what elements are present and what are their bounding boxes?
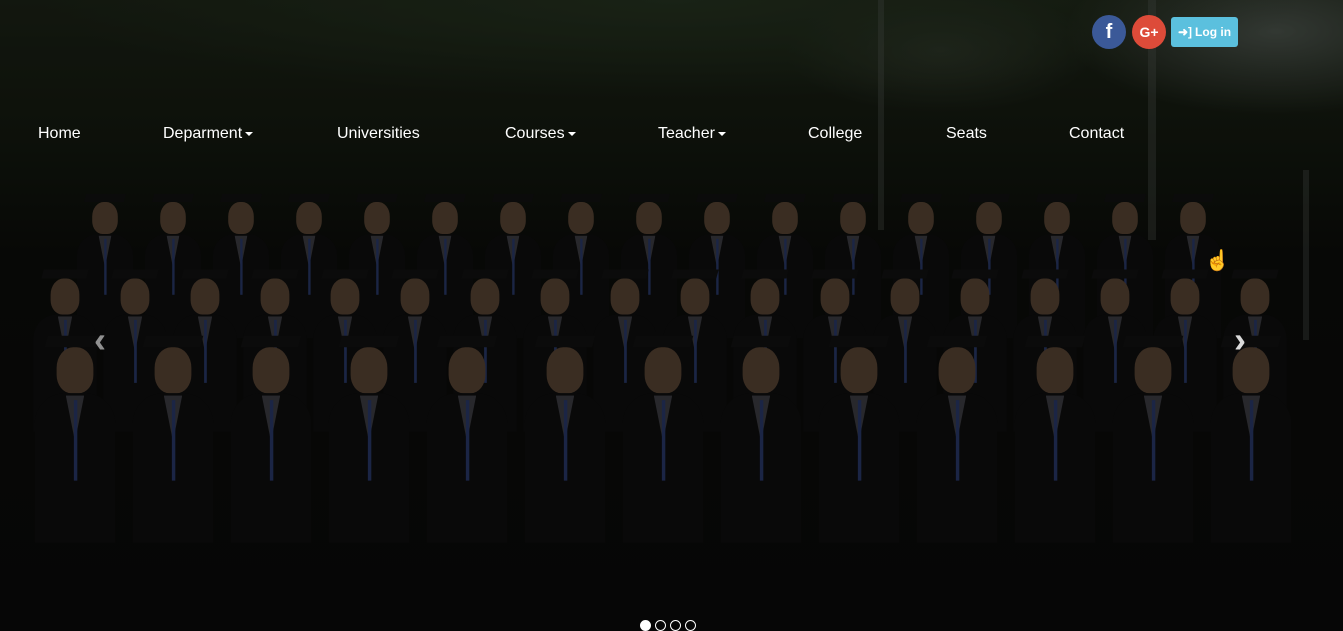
carousel-indicator-dot[interactable]	[685, 620, 696, 631]
nav-item-department[interactable]: Deparment	[163, 125, 254, 143]
hero-slide-image	[0, 0, 1343, 631]
nav-item-label: Universities	[337, 125, 420, 142]
nav-item-label: Teacher	[658, 125, 715, 142]
caret-down-icon	[245, 131, 254, 136]
google-plus-button[interactable]: G+	[1132, 15, 1166, 49]
nav-item-teacher[interactable]: Teacher	[658, 125, 726, 143]
hero-overlay	[0, 0, 1343, 631]
sign-in-icon: ➜]	[1177, 25, 1193, 39]
nav-item-courses[interactable]: Courses	[505, 125, 576, 143]
chevron-right-icon: ›	[1234, 319, 1246, 360]
facebook-button[interactable]: f	[1092, 15, 1126, 49]
nav-item-universities[interactable]: Universities	[337, 125, 420, 143]
login-button[interactable]: ➜] Log in	[1171, 17, 1238, 47]
carousel-next-button[interactable]: ›	[1225, 320, 1255, 360]
nav-item-home[interactable]: Home	[38, 125, 81, 143]
carousel-indicator-dot[interactable]	[670, 620, 681, 631]
nav-item-label: Deparment	[163, 125, 243, 142]
nav-item-contact[interactable]: Contact	[1069, 125, 1124, 143]
caret-down-icon	[567, 131, 576, 136]
main-navigation: Home Deparment Universities Courses Teac…	[0, 125, 1343, 147]
nav-item-label: College	[808, 125, 863, 142]
hand-cursor-icon: ☝	[1205, 250, 1230, 272]
carousel-prev-button[interactable]: ‹	[85, 320, 115, 360]
facebook-icon: f	[1105, 20, 1113, 43]
nav-item-seats[interactable]: Seats	[946, 125, 987, 143]
nav-item-label: Home	[38, 125, 81, 142]
chevron-left-icon: ‹	[94, 319, 106, 360]
carousel-indicators	[640, 620, 696, 631]
nav-item-label: Courses	[505, 125, 565, 142]
caret-down-icon	[717, 131, 726, 136]
carousel-indicator-dot[interactable]	[655, 620, 666, 631]
google-plus-icon: G+	[1139, 24, 1159, 40]
nav-item-label: Seats	[946, 125, 987, 142]
nav-item-college[interactable]: College	[808, 125, 862, 143]
login-label: Log in	[1195, 25, 1232, 39]
carousel-indicator-dot[interactable]	[640, 620, 651, 631]
social-links: f G+	[1092, 15, 1166, 49]
nav-item-label: Contact	[1069, 125, 1125, 142]
